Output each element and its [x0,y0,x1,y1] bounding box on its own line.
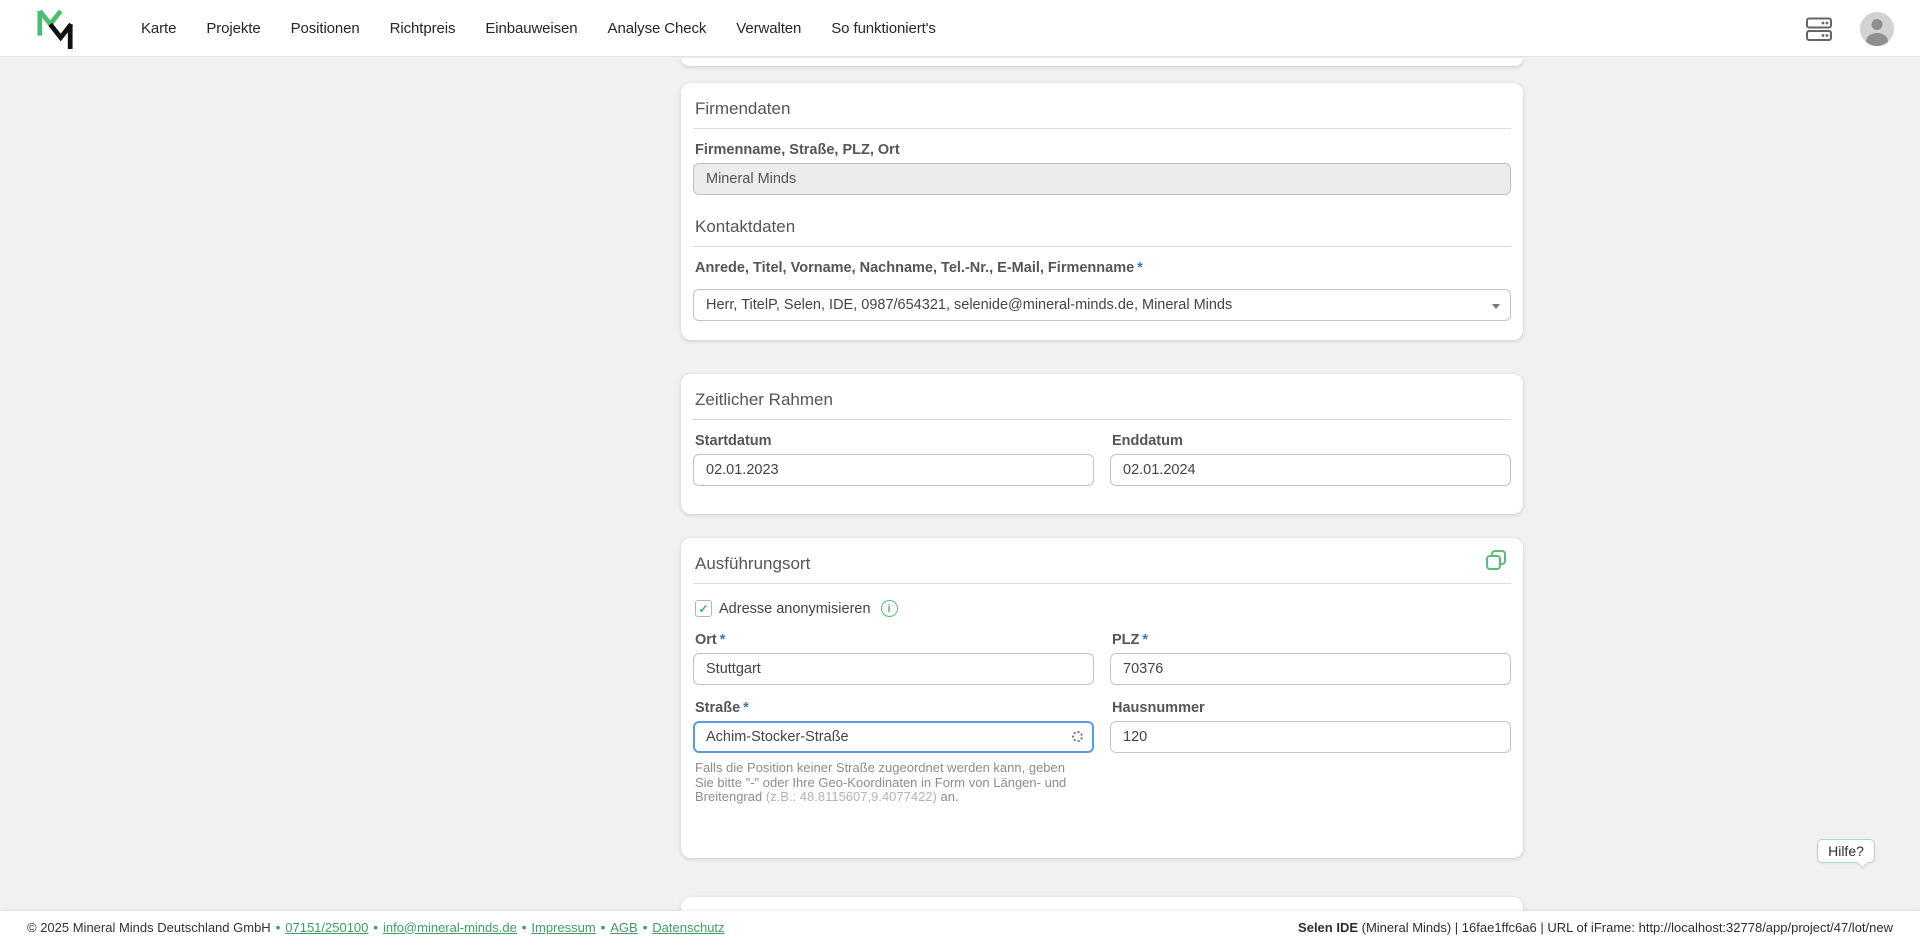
nav-item-so-funktionierts[interactable]: So funktioniert's [831,20,936,37]
help-button[interactable]: Hilfe? [1817,839,1875,863]
required-marker: * [719,632,726,648]
app-info-details: (Mineral Minds) | 16fae1ffc6a6 | URL of … [1358,919,1893,935]
company-card-title: Firmendaten [695,99,791,118]
divider [693,246,1511,247]
street-label-text: Straße [695,700,741,716]
copy-icon[interactable] [1484,548,1509,573]
footer-separator: • [642,919,648,935]
company-data-card: Firmendaten Firmenname, Straße, PLZ, Ort… [681,83,1523,340]
footer-link-phone[interactable]: 07151/250100 [285,920,368,935]
city-input[interactable] [693,653,1094,685]
server-stack-icon[interactable] [1804,14,1834,44]
chevron-down-icon [1492,304,1500,309]
footer-link-impressum[interactable]: Impressum [531,920,595,935]
required-marker: * [1142,632,1149,648]
footer-link-agb[interactable]: AGB [610,920,637,935]
house-number-input[interactable] [1110,721,1511,753]
end-date-label: Enddatum [1112,433,1183,449]
footer-link-email[interactable]: info@mineral-minds.de [383,920,517,935]
nav-item-projekte[interactable]: Projekte [206,20,260,37]
footer-separator: • [521,919,527,935]
nav-item-verwalten[interactable]: Verwalten [736,20,801,37]
end-date-input[interactable] [1110,454,1511,486]
required-marker: * [743,700,749,716]
previous-card-bottom-edge [681,58,1523,66]
footer-separator: • [373,919,378,935]
contact-section-title: Kontaktdaten [695,217,796,236]
app-info-ide-name: Selen IDE [1298,919,1359,935]
street-label: Straße * [695,699,1094,717]
contact-field-label: Anrede, Titel, Vorname, Nachname, Tel.-N… [695,259,1511,277]
location-card-title: Ausführungsort [695,554,811,573]
main-menu: Karte Projekte Positionen Richtpreis Ein… [141,0,936,57]
timeframe-card-title: Zeitlicher Rahmen [695,390,833,409]
top-navbar: Karte Projekte Positionen Richtpreis Ein… [0,0,1920,57]
footer: © 2025 Mineral Minds Deutschland GmbH • … [0,911,1920,943]
loading-spinner-icon [1072,731,1083,742]
divider [693,128,1511,129]
contact-select[interactable]: Herr, TitelP, Selen, IDE, 0987/654321, s… [693,289,1511,321]
footer-separator: • [275,919,281,935]
divider [693,583,1511,584]
timeframe-card: Zeitlicher Rahmen Startdatum Enddatum [681,374,1523,514]
street-help-text: Falls die Position keiner Straße zugeord… [695,760,1087,805]
nav-item-positionen[interactable]: Positionen [291,20,360,37]
footer-link-datenschutz[interactable]: Datenschutz [652,920,724,935]
user-avatar[interactable] [1860,11,1894,46]
street-help-coordinates: (z.B.: 48.8115607,9.4077422) [765,789,937,804]
contact-select-value: Herr, TitelP, Selen, IDE, 0987/654321, s… [706,297,1233,313]
city-label-text: Ort [695,632,717,648]
company-name-field [693,163,1511,195]
required-marker: * [1137,260,1143,276]
company-field-label: Firmenname, Straße, PLZ, Ort [695,142,900,158]
avatar-head-icon [1871,18,1883,30]
anonymize-address-checkbox[interactable]: ✓ [695,600,712,617]
street-input[interactable] [693,721,1094,753]
info-icon[interactable]: i [880,600,898,617]
contact-field-label-text: Anrede, Titel, Vorname, Nachname, Tel.-N… [695,260,1135,276]
nav-item-richtpreis[interactable]: Richtpreis [390,20,456,37]
anonymize-address-label: Adresse anonymisieren [719,600,871,617]
zip-label-text: PLZ [1112,632,1140,648]
start-date-label: Startdatum [695,433,772,449]
start-date-input[interactable] [693,454,1094,486]
execution-location-card: Ausführungsort ✓ Adresse anonymisieren i… [681,538,1523,858]
city-label: Ort * [695,631,1094,649]
zip-label: PLZ * [1112,631,1511,649]
app-info-text: Selen IDE (Mineral Minds) | 16fae1ffc6a6… [1298,920,1893,935]
footer-separator: • [600,919,606,935]
avatar-torso-icon [1866,32,1888,46]
zip-input[interactable] [1110,653,1511,685]
nav-item-einbauweisen[interactable]: Einbauweisen [485,20,577,37]
house-number-label: Hausnummer [1112,700,1205,716]
street-help-part2: an. [936,789,959,804]
nav-item-karte[interactable]: Karte [141,20,176,37]
nav-item-analyse-check[interactable]: Analyse Check [608,20,707,37]
mineral-minds-logo[interactable] [36,7,74,51]
copyright-text: © 2025 Mineral Minds Deutschland GmbH [27,919,271,935]
